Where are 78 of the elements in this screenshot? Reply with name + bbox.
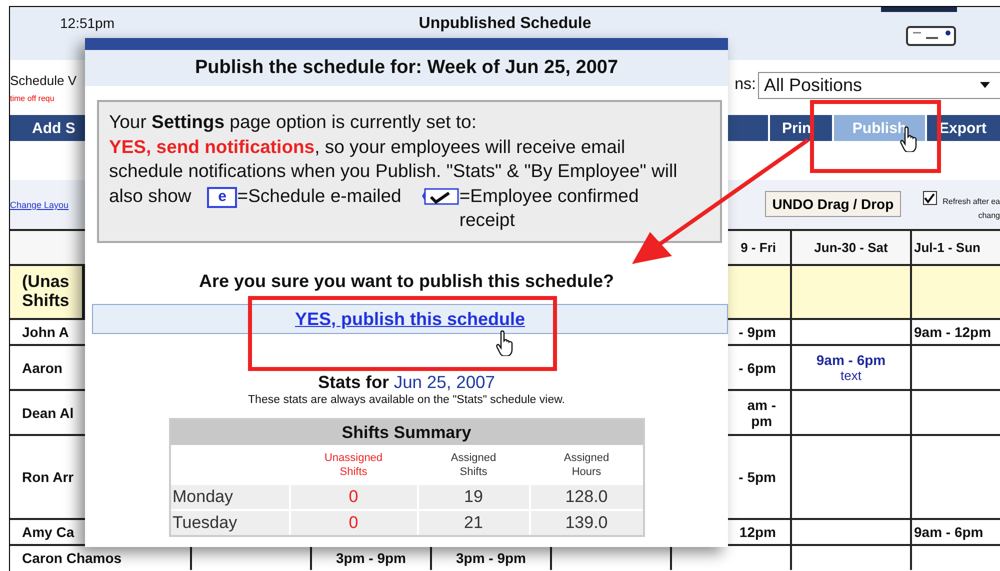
schedule-cell[interactable]: 9am - 12pm: [912, 320, 1000, 344]
refresh-label: chang: [978, 211, 1000, 220]
dialog-heading: Publish the schedule for: Week of Jun 25, 2007: [194, 57, 618, 79]
column-header: Assigned Hours: [562, 450, 610, 480]
employee-name: John A: [22, 324, 69, 340]
shift-time: pm: [751, 412, 772, 428]
stats-title: Stats for: [318, 372, 389, 392]
nav-tab[interactable]: Export: [925, 115, 1000, 141]
schedule-cell[interactable]: 3pm - 9pm: [432, 546, 550, 570]
positions-dropdown[interactable]: All Positions: [758, 72, 1000, 98]
shift-time: 9am - 6pm: [816, 352, 886, 368]
schedule-cell[interactable]: 9am - 6pm text: [792, 346, 910, 389]
shift-time: - 9pm: [738, 324, 776, 340]
schedule-cell[interactable]: 9am - 6pm: [912, 520, 1000, 544]
current-time: 12:51pm: [60, 15, 114, 31]
shift-time: 9am - 12pm: [914, 324, 992, 340]
shift-time: 9am - 6pm: [914, 524, 984, 540]
employee-name: Dean Al: [22, 404, 74, 420]
employee-name: Amy Ca: [22, 524, 74, 540]
day-header: 9 - Fri: [740, 240, 776, 255]
schedule-cell[interactable]: [792, 520, 910, 544]
refresh-checkbox[interactable]: [922, 191, 937, 205]
table-cell: 0: [348, 487, 358, 507]
schedule-cell[interactable]: [672, 546, 790, 570]
stats-date: Jun 25, 2007: [394, 372, 496, 392]
employee-name: Ron Arr: [22, 469, 74, 485]
shift-time: am -: [747, 396, 776, 412]
day-header: Jun-30 - Sat: [814, 240, 888, 255]
table-title: Shifts Summary: [170, 420, 642, 445]
schedule-cell[interactable]: [792, 546, 910, 570]
legend-text: =Employee confirmed receipt: [459, 184, 640, 232]
column-header: Assigned Shifts: [450, 450, 498, 480]
confirm-question: Are you sure you want to publish this schedule?: [198, 271, 616, 292]
page-title: Unpublished Schedule: [418, 15, 592, 32]
undo-button[interactable]: UNDO Drag / Drop: [765, 191, 901, 217]
card-icon[interactable]: [906, 26, 956, 46]
schedule-cell[interactable]: [792, 266, 910, 318]
shift-note: text: [840, 368, 862, 383]
stats-note: These stats are always available on the "Stats" schedule view.: [247, 394, 566, 406]
email-icon: e: [207, 186, 238, 208]
day-label: Monday: [172, 487, 233, 507]
schedule-cell[interactable]: [792, 320, 910, 344]
day-header: Jul-1 - Sun: [914, 240, 980, 255]
change-layout-link[interactable]: Change Layou: [10, 200, 69, 210]
refresh-label: Refresh after ea: [942, 197, 1000, 206]
alert-text: time off requ: [10, 94, 56, 103]
schedule-cell[interactable]: [912, 546, 1000, 570]
column-header: Unassigned Shifts: [323, 450, 384, 480]
shift-time: - 6pm: [738, 360, 776, 376]
employee-name: Caron Chamos: [22, 550, 122, 566]
table-cell: 0: [348, 513, 358, 533]
caret-icon: [980, 82, 990, 88]
table-cell: 139.0: [565, 513, 608, 533]
employee-name: (Unas Shifts: [22, 273, 70, 311]
schedule-cell[interactable]: [912, 346, 1000, 389]
shift-time: 3pm - 9pm: [336, 550, 406, 566]
schedule-cell[interactable]: [912, 391, 1000, 434]
schedule-cell[interactable]: [912, 436, 1000, 518]
legend-text: =Schedule e-mailed: [237, 184, 402, 208]
shift-time: - 5pm: [738, 469, 776, 485]
table-cell: 128.0: [565, 487, 608, 507]
schedule-cell[interactable]: [192, 546, 310, 570]
schedule-view-label: Schedule V: [10, 73, 76, 88]
checkmark-icon: [421, 188, 460, 204]
positions-label: ns:: [734, 76, 756, 94]
legend-text: also show: [109, 184, 192, 208]
table-cell: 19: [464, 487, 483, 507]
schedule-cell[interactable]: [792, 391, 910, 434]
nav-tab[interactable]: Add S: [10, 115, 88, 141]
schedule-cell[interactable]: [792, 436, 910, 518]
schedule-cell[interactable]: [912, 266, 1000, 318]
shift-time: 3pm - 9pm: [456, 550, 526, 566]
table-cell: 21: [464, 513, 483, 533]
employee-name: Aaron: [22, 360, 62, 376]
shift-time: 12pm: [739, 524, 776, 540]
day-label: Tuesday: [172, 513, 238, 533]
schedule-cell[interactable]: [552, 546, 670, 570]
schedule-cell[interactable]: 3pm - 9pm: [312, 546, 430, 570]
